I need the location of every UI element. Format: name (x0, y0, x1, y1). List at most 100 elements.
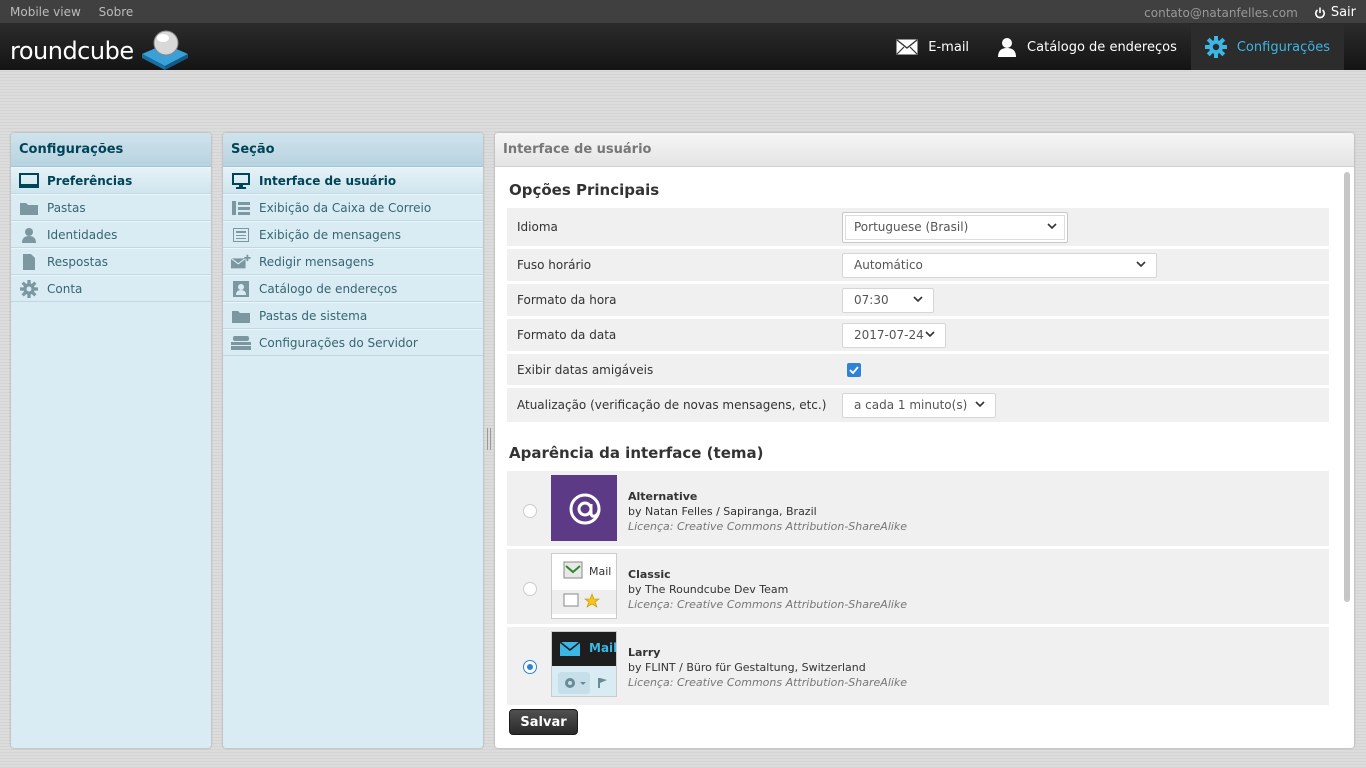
at-sign-icon (569, 493, 601, 525)
sidebar-item-label: Pastas (47, 200, 86, 215)
task-settings[interactable]: Configurações (1190, 24, 1344, 70)
skin-row-alternative[interactable]: Alternative by Natan Felles / Sapiranga,… (507, 471, 1329, 549)
monitor-icon (231, 172, 251, 190)
section-item-message-view[interactable]: Exibição de mensagens (223, 221, 483, 248)
message-icon (231, 226, 251, 244)
sidebar-item-label: Preferências (47, 173, 133, 188)
date-format-value: 2017-07-24 (854, 327, 924, 342)
main-options-table: Idioma Portuguese (Brasil) Fuso horário … (507, 208, 1329, 422)
sidebar-item-account[interactable]: Conta (11, 275, 211, 302)
scrollbar-thumb[interactable] (1344, 172, 1350, 602)
power-icon (1314, 7, 1325, 18)
user-email: contato@natanfelles.com (1144, 5, 1298, 20)
save-button[interactable]: Salvar (509, 709, 578, 735)
preferences-content: Opções Principais Idioma Portuguese (Bra… (495, 168, 1354, 748)
sidebar-item-folders[interactable]: Pastas (11, 194, 211, 221)
skin-row-larry[interactable]: Mail Larry by FLINT / Büro für Gestaltun… (507, 627, 1329, 705)
preferences-frame: Interface de usuário Opções Principais I… (495, 133, 1354, 748)
sidebar-item-responses[interactable]: Respostas (11, 248, 211, 275)
skin-row-classic[interactable]: Mail Classic by The Roundcube Dev Team L… (507, 549, 1329, 627)
section-item-label: Exibição de mensagens (259, 227, 402, 242)
monitor-icon (19, 172, 39, 190)
logout-label: Sair (1330, 5, 1356, 20)
language-value: Portuguese (Brasil) (854, 219, 969, 234)
about-link[interactable]: Sobre (99, 5, 134, 19)
timezone-label: Fuso horário (517, 258, 592, 272)
skin-name: Classic (628, 568, 671, 581)
section-item-mailbox-view[interactable]: Exibição da Caixa de Correio (223, 194, 483, 221)
language-row: Idioma Portuguese (Brasil) (507, 208, 1329, 249)
chevron-down-icon (1047, 222, 1057, 229)
skin-legend: Aparência da interface (tema) (509, 444, 764, 462)
refresh-interval-select[interactable]: a cada 1 minuto(s) (842, 392, 996, 418)
sidebar-item-label: Respostas (47, 254, 108, 269)
top-line-bar: Mobile view Sobre contato@natanfelles.co… (0, 0, 1366, 24)
pretty-dates-label: Exibir datas amigáveis (517, 362, 654, 377)
section-item-addressbook[interactable]: Catálogo de endereços (223, 275, 483, 302)
section-list-title: Seção (223, 133, 483, 167)
task-bar: E-mail Catálogo de endereços Configuraçõ (882, 24, 1366, 70)
server-icon (231, 334, 251, 352)
section-item-compose[interactable]: Redigir mensagens (223, 248, 483, 275)
date-format-select[interactable]: 2017-07-24 (842, 322, 946, 348)
checkmark-icon (849, 365, 859, 374)
skin-license: Licença: Creative Commons Attribution-Sh… (628, 598, 908, 611)
skin-table: Alternative by Natan Felles / Sapiranga,… (507, 471, 1329, 705)
time-format-value: 07:30 (854, 292, 889, 307)
person-icon (998, 38, 1017, 57)
sidebar-item-preferences[interactable]: Preferências (11, 167, 211, 194)
section-item-ui[interactable]: Interface de usuário (223, 167, 483, 194)
language-select[interactable]: Portuguese (Brasil) (842, 211, 1068, 243)
chevron-down-icon (975, 400, 985, 407)
pretty-dates-checkbox[interactable] (847, 362, 861, 377)
folder-icon (19, 199, 39, 217)
section-item-server-settings[interactable]: Configurações do Servidor (223, 329, 483, 356)
timezone-select[interactable]: Automático (842, 252, 1157, 278)
envelope-icon (896, 39, 918, 55)
skin-radio-alternative[interactable] (523, 504, 537, 518)
time-format-select[interactable]: 07:30 (842, 287, 934, 313)
skin-author: by FLINT / Büro für Gestaltung, Switzerl… (628, 661, 866, 674)
skin-license: Licença: Creative Commons Attribution-Sh… (628, 520, 908, 533)
more-menu[interactable] (1344, 24, 1366, 70)
logo-text: roundcube (10, 37, 134, 65)
skin-info-classic: Classic by The Roundcube Dev Team Licenç… (628, 567, 907, 612)
roundcube-logo[interactable]: roundcube (10, 26, 190, 70)
skin-thumbnail-classic: Mail (551, 553, 617, 619)
chevron-down-icon (913, 295, 923, 302)
skin-info-alternative: Alternative by Natan Felles / Sapiranga,… (628, 489, 907, 534)
task-addressbook-label: Catálogo de endereços (1027, 39, 1177, 55)
section-item-label: Pastas de sistema (259, 308, 368, 323)
skin-name: Alternative (628, 490, 698, 503)
skin-info-larry: Larry by FLINT / Büro für Gestaltung, Sw… (628, 645, 907, 690)
skin-thumbnail-alternative (551, 475, 617, 541)
document-icon (19, 253, 39, 271)
skin-radio-classic[interactable] (523, 582, 537, 596)
skin-radio-larry[interactable] (523, 660, 537, 674)
task-settings-label: Configurações (1236, 39, 1330, 55)
pretty-dates-row: Exibir datas amigáveis (507, 354, 1329, 388)
section-item-system-folders[interactable]: Pastas de sistema (223, 302, 483, 329)
refresh-interval-label: Atualização (verificação de novas mensag… (517, 398, 827, 412)
classic-preview-icon (552, 561, 616, 614)
settings-sidebar-title: Configurações (11, 133, 211, 167)
section-item-label: Catálogo de endereços (259, 281, 398, 296)
task-addressbook[interactable]: Catálogo de endereços (983, 24, 1191, 70)
task-mail-label: E-mail (928, 39, 970, 55)
logout-button[interactable]: Sair (1314, 5, 1356, 20)
section-item-label: Exibição da Caixa de Correio (259, 200, 432, 215)
timezone-value: Automático (854, 257, 923, 272)
settings-sidebar: Configurações Preferências Pastas Identi… (11, 133, 211, 748)
person-icon (19, 226, 39, 244)
section-item-label: Configurações do Servidor (259, 335, 418, 350)
contact-card-icon (231, 280, 251, 298)
date-format-row: Formato da data 2017-07-24 (507, 319, 1329, 354)
classic-thumb-label: Mail (589, 565, 612, 578)
time-format-label: Formato da hora (517, 293, 617, 307)
gear-icon (1204, 36, 1227, 58)
task-mail[interactable]: E-mail (882, 24, 983, 70)
sidebar-item-identities[interactable]: Identidades (11, 221, 211, 248)
scrollbar[interactable] (1344, 172, 1350, 742)
mobile-view-link[interactable]: Mobile view (10, 5, 81, 19)
panel-splitter[interactable] (487, 428, 491, 450)
